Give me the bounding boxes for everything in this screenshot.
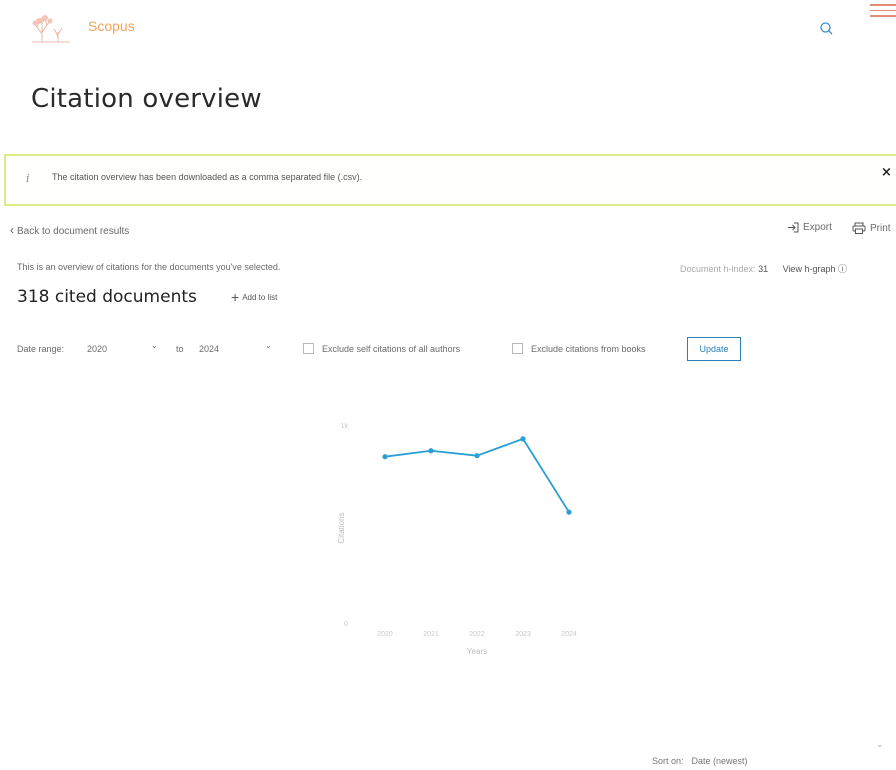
citations-line-chart: 1k 0 Citations 2020 2021 2022 2023 2024 Years (337, 423, 577, 656)
alert-message: The citation overview has been downloade… (52, 172, 363, 182)
update-button[interactable]: Update (687, 337, 741, 361)
export-icon (788, 222, 799, 233)
sort-control[interactable]: Sort on: Date (newest) (652, 756, 748, 766)
hindex-label: Document h-index: (680, 264, 756, 274)
exclude-books-label[interactable]: Exclude citations from books (531, 344, 646, 354)
exclude-books-checkbox[interactable] (512, 343, 523, 354)
view-hgraph-label: View h-graph (782, 264, 836, 274)
export-button[interactable]: Export (787, 222, 832, 233)
x-tick-label: 2024 (561, 631, 577, 638)
x-tick-label: 2022 (469, 631, 485, 638)
exclude-self-citations-checkbox[interactable] (303, 343, 314, 354)
print-label: Print (870, 222, 891, 234)
sort-label: Sort on: (652, 756, 684, 766)
view-hgraph-link[interactable]: View h-graph ⓘ (783, 264, 847, 274)
exclude-self-citations-label[interactable]: Exclude self citations of all authors (322, 344, 460, 354)
help-circle-icon: ⓘ (837, 264, 847, 274)
y-tick-label: 0 (344, 621, 348, 628)
print-button[interactable]: Print (852, 222, 891, 234)
data-point (428, 448, 434, 454)
tree-logo-icon[interactable] (30, 12, 74, 46)
x-tick-label: 2020 (377, 631, 393, 638)
back-to-results-link[interactable]: ‹ Back to document results (10, 223, 129, 237)
x-tick-label: 2023 (515, 631, 531, 638)
plus-icon: + (231, 289, 240, 305)
sort-value[interactable]: Date (newest) (692, 756, 748, 766)
date-to-select[interactable]: 2024 (199, 344, 219, 354)
chevron-down-icon[interactable]: ⌄ (265, 341, 272, 350)
hindex-value: 31 (758, 264, 769, 274)
chevron-down-icon[interactable]: ⌄ (151, 341, 158, 350)
printer-icon (852, 222, 866, 234)
data-point (474, 453, 480, 459)
top-bar: Scopus (0, 0, 896, 56)
cited-documents-count: 318 cited documents (17, 287, 197, 307)
hindex-info: Document h-index: 31 View h-graph ⓘ (680, 262, 847, 275)
overview-description: This is an overview of citations for the… (17, 262, 281, 272)
brand-name[interactable]: Scopus (88, 18, 135, 34)
add-to-list-button[interactable]: + Add to list (231, 289, 278, 305)
x-axis-label: Years (467, 647, 487, 656)
add-to-list-label: Add to list (242, 292, 278, 302)
search-icon[interactable] (818, 20, 836, 38)
data-point (566, 509, 572, 515)
y-axis-label: Citations (337, 512, 346, 543)
back-link-label: Back to document results (17, 226, 130, 237)
download-alert: i The citation overview has been downloa… (4, 154, 896, 206)
series-line (384, 437, 570, 513)
y-tick-label: 1k (341, 423, 349, 430)
date-from-select[interactable]: 2020 (87, 344, 107, 354)
citations-chart: 1k 0 Citations 2020 2021 2022 2023 2024 Years (0, 400, 896, 680)
export-label: Export (803, 222, 832, 233)
close-icon[interactable]: × (881, 165, 892, 180)
x-tick-label: 2021 (423, 631, 439, 638)
chevron-down-icon[interactable]: ⌄ (876, 740, 884, 750)
hamburger-menu-icon[interactable] (870, 4, 896, 18)
date-range-label: Date range: (17, 344, 65, 354)
data-point (520, 436, 526, 442)
page-title: Citation overview (31, 84, 262, 114)
info-icon: i (26, 172, 30, 185)
data-point (382, 454, 388, 460)
chevron-left-icon: ‹ (10, 223, 14, 237)
to-label: to (176, 344, 184, 354)
